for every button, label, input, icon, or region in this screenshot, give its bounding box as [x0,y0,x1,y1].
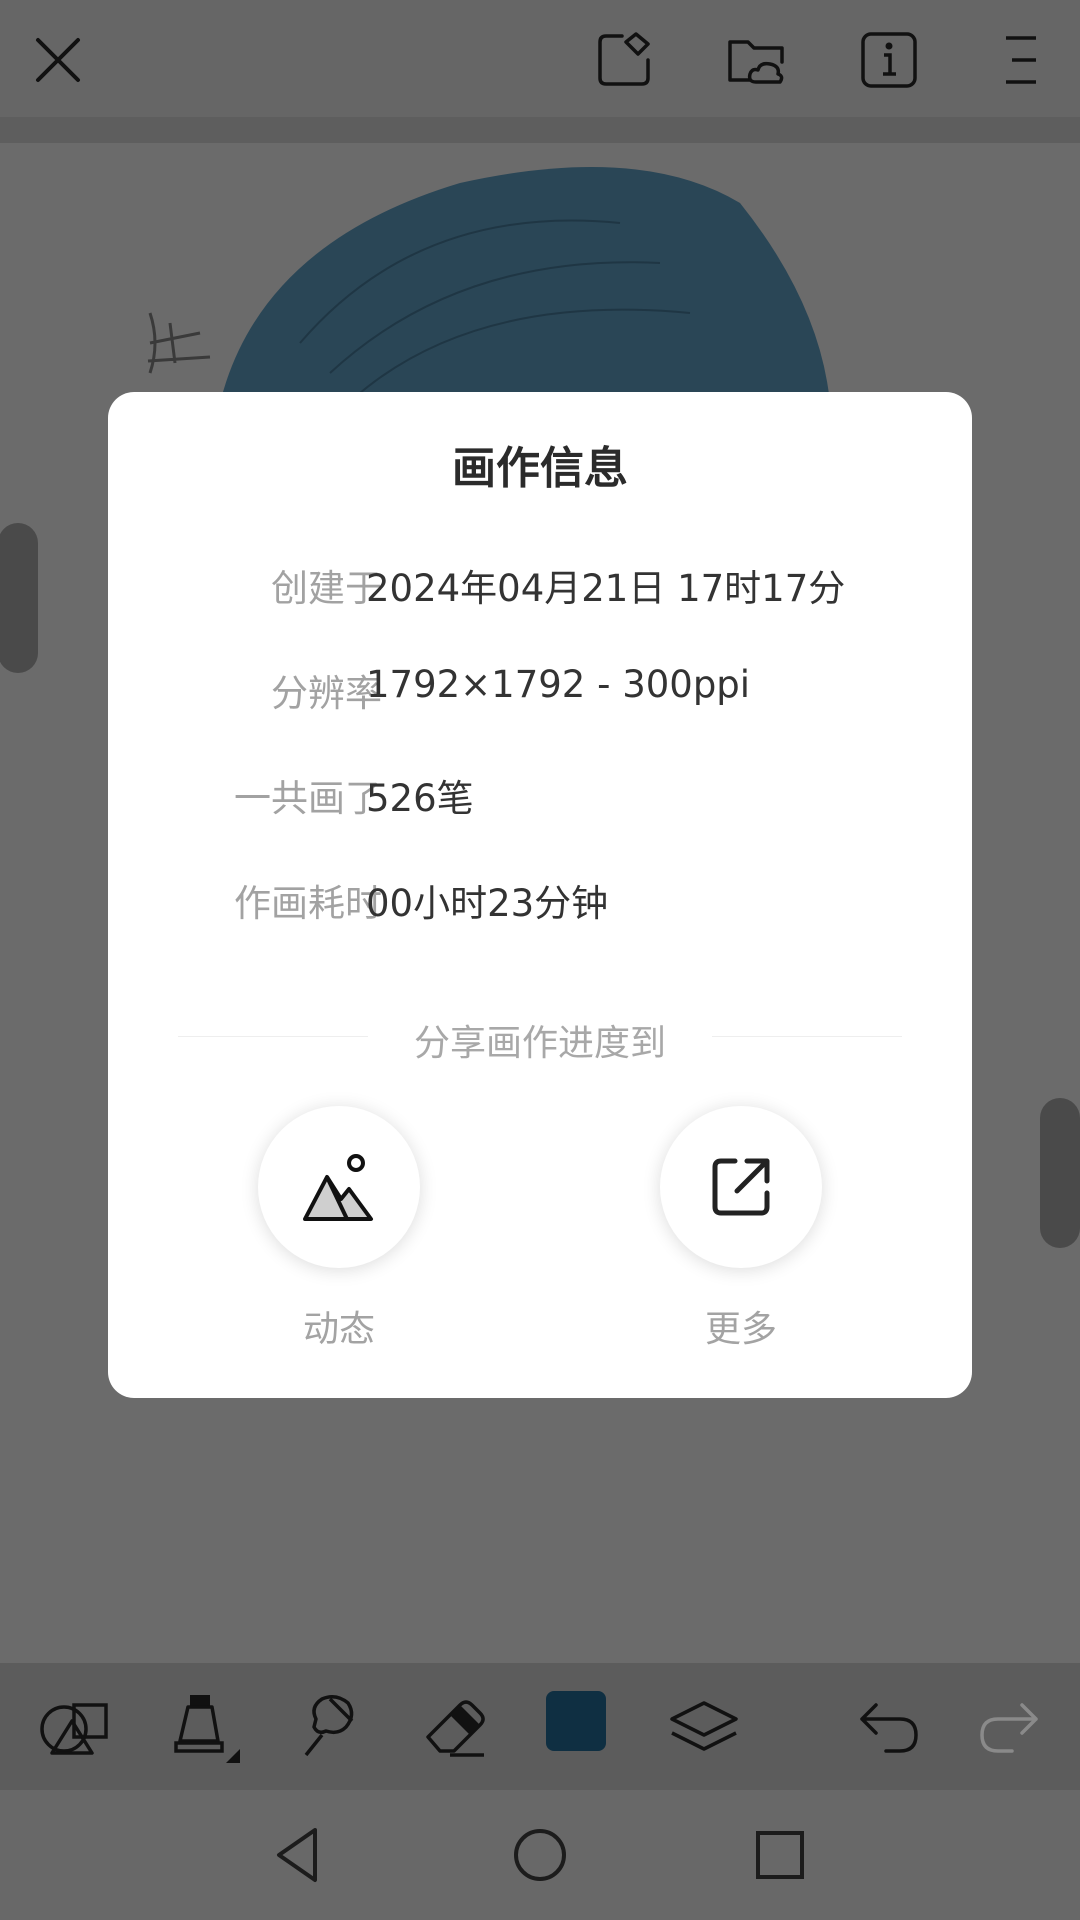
info-row-strokes: 一共画了 526笔 [108,768,972,828]
share-option-label: 更多 [704,1309,777,1350]
bottom-toolbar [0,1663,1080,1790]
home-icon[interactable] [505,1820,575,1890]
close-icon[interactable] [26,28,90,92]
info-label: 作画耗时 [234,882,382,925]
eraser-icon[interactable] [414,1685,494,1765]
right-slider-handle[interactable] [1040,1098,1080,1248]
info-label: 一共画了 [234,777,382,820]
recents-icon[interactable] [745,1820,815,1890]
dialog-title: 画作信息 [452,443,628,494]
share-heading: 分享画作进度到 [413,1023,666,1064]
canvas-crop-icon[interactable] [592,28,656,92]
info-value: 526笔 [366,777,474,820]
info-value: 00小时23分钟 [366,882,609,925]
undo-icon[interactable] [850,1685,930,1765]
external-share-icon [712,1158,770,1216]
info-row-created: 创建于 2024年04月21日 17时17分 [108,558,972,618]
share-option-label: 动态 [302,1309,375,1350]
info-value: 1792×1792 - 300ppi [366,663,751,706]
share-more-button[interactable] [660,1106,822,1268]
layers-icon[interactable] [664,1685,744,1765]
menu-icon[interactable] [990,28,1054,92]
smudge-icon[interactable] [286,1685,366,1765]
info-icon[interactable] [857,28,921,92]
left-slider-handle[interactable] [0,523,38,673]
redo-icon[interactable] [968,1685,1048,1765]
info-row-resolution: 分辨率 1792×1792 - 300ppi [108,663,972,723]
color-swatch[interactable] [546,1691,606,1751]
share-to-feed-button[interactable] [258,1106,420,1268]
info-value: 2024年04月21日 17时17分 [366,567,846,610]
system-nav-bar [0,1790,1080,1920]
info-row-duration: 作画耗时 00小时23分钟 [108,873,972,933]
mountain-image-icon [303,1154,373,1221]
artwork-info-dialog: 画作信息 创建于 2024年04月21日 17时17分 分辨率 1792×179… [108,392,972,1398]
back-icon[interactable] [265,1820,335,1890]
shapes-icon[interactable] [34,1685,114,1765]
top-bar [0,0,1080,143]
cloud-folder-icon[interactable] [724,28,788,92]
brush-icon[interactable] [160,1685,240,1765]
